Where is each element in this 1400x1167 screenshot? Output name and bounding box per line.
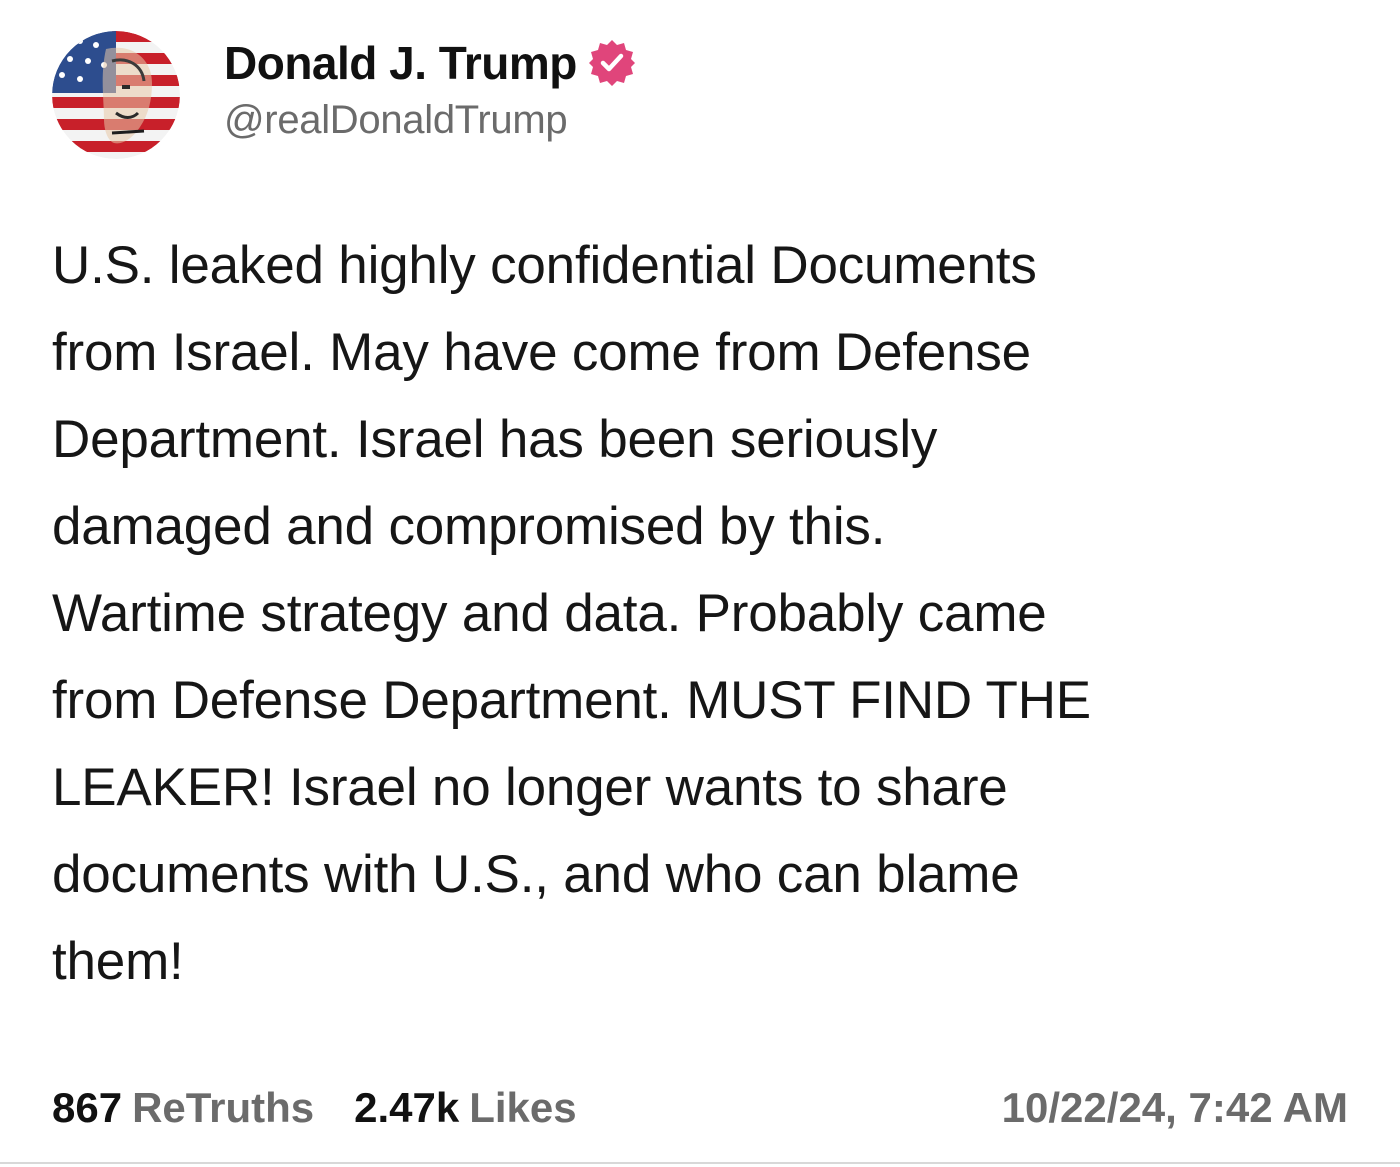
likes-count: 2.47k xyxy=(354,1084,460,1131)
post-text-line: them! xyxy=(52,932,184,991)
likes-stat[interactable]: 2.47k Likes xyxy=(354,1084,577,1132)
post-stats: 867 ReTruths 2.47k Likes xyxy=(52,1084,617,1132)
verified-badge-icon xyxy=(587,38,637,88)
retruths-stat[interactable]: 867 ReTruths xyxy=(52,1084,314,1132)
post-header: Donald J. Trump @realDonaldTrump xyxy=(52,30,637,160)
retruths-label: ReTruths xyxy=(132,1084,315,1131)
author-display-name[interactable]: Donald J. Trump xyxy=(224,36,577,90)
author-identity: Donald J. Trump @realDonaldTrump xyxy=(224,36,637,143)
post-text-line: documents with U.S., and who can blame xyxy=(52,845,1020,904)
post-timestamp[interactable]: 10/22/24, 7:42 AM xyxy=(1002,1084,1348,1132)
post-card: Donald J. Trump @realDonaldTrump U.S. le… xyxy=(0,0,1400,1167)
avatar[interactable] xyxy=(52,31,180,159)
post-text-line: U.S. leaked highly confidential Document… xyxy=(52,236,1037,295)
post-text-line: Wartime strategy and data. Probably came xyxy=(52,584,1047,643)
post-footer: 867 ReTruths 2.47k Likes 10/22/24, 7:42 … xyxy=(52,1078,1348,1138)
post-text-line: damaged and compromised by this. xyxy=(52,497,886,556)
post-text-line: from Defense Department. MUST FIND THE xyxy=(52,671,1091,730)
post-text-line: from Israel. May have come from Defense xyxy=(52,323,1031,382)
likes-label: Likes xyxy=(469,1084,577,1131)
post-text-line: Department. Israel has been seriously xyxy=(52,410,938,469)
author-handle[interactable]: @realDonaldTrump xyxy=(224,98,637,143)
author-name-row: Donald J. Trump xyxy=(224,36,637,90)
bottom-divider xyxy=(0,1162,1400,1164)
retruths-count: 867 xyxy=(52,1084,123,1131)
post-text: U.S. leaked highly confidential Document… xyxy=(52,222,1362,1005)
flag-portrait-avatar-icon xyxy=(52,31,180,159)
post-text-line: LEAKER! Israel no longer wants to share xyxy=(52,758,1008,817)
